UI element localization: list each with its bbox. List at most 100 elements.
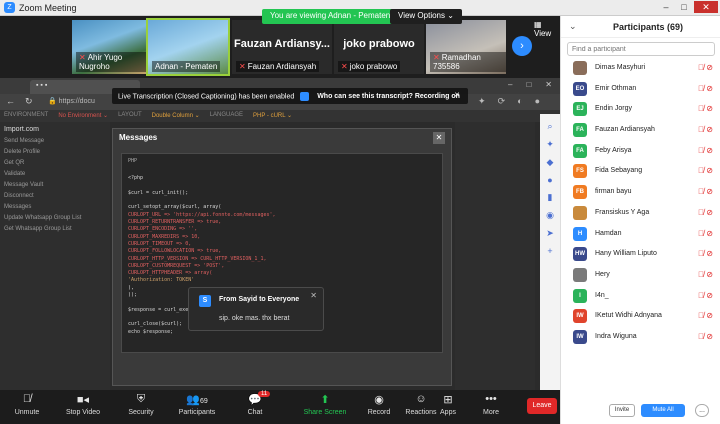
dialog-close-icon[interactable]: ✕	[433, 132, 445, 144]
mic-muted-icon: 🎙̸ ⊘	[698, 290, 713, 300]
participants-header: ⌄ Participants (69)	[561, 16, 720, 38]
chat-unread-badge: 11	[258, 391, 271, 397]
share-screen-label: Share Screen	[303, 409, 347, 416]
avatar: IW	[573, 329, 587, 344]
participant-row[interactable]: FS Fida Sebayang 🎙̸ ⊘	[561, 161, 720, 182]
participant-row[interactable]: IW Indra Wiguna 🎙̸ ⊘	[561, 327, 720, 348]
unmute-button[interactable]: 🎙̸ Unmute	[2, 390, 52, 424]
chat-sender: From Sayid to Everyone	[219, 296, 300, 303]
avatar	[573, 267, 587, 282]
reload-icon: ↻	[25, 96, 33, 106]
tile-big-name: Fauzan Ardiansy...	[234, 38, 330, 50]
code-line: 'Authorization: TOKEN'	[128, 277, 195, 284]
mic-muted-icon: 🎙̸ ⊘	[698, 207, 713, 217]
participant-row[interactable]: Hery 🎙̸ ⊘	[561, 265, 720, 286]
participant-search-input[interactable]	[567, 42, 715, 56]
participant-row[interactable]: H Hamdan 🎙̸ ⊘	[561, 224, 720, 245]
view-options-button[interactable]: View Options ⌄	[390, 9, 462, 24]
participant-name: firman bayu	[595, 188, 632, 196]
shared-screen: ▪ ▪ ▪ – □ ✕ ← ↻ 🔒 https://docu ✦ ⟳ ◐ ● ENVIRON…	[0, 78, 560, 392]
caption-link[interactable]: Who can see this transcript? Recording o…	[317, 93, 460, 100]
mic-muted-icon: 🎙̸ ⊘	[698, 228, 713, 238]
participant-name: Emir Othman	[595, 84, 637, 92]
participants-button[interactable]: 👥69 Participants	[172, 390, 222, 424]
mic-muted-icon: 🎙̸ ⊘	[698, 187, 713, 197]
participant-name: Fransiskus Y Aga	[595, 208, 650, 216]
back-icon: ←	[6, 96, 15, 106]
participant-row[interactable]: I I4n_ 🎙̸ ⊘	[561, 286, 720, 307]
live-transcription-banner: Live Transcription (Closed Captioning) h…	[112, 88, 468, 104]
code-line: CURLOPT_HTTPHEADER => array(	[128, 270, 213, 277]
code-line: curl_setopt_array($curl, array(	[128, 204, 222, 211]
chevron-down-icon[interactable]: ⌄	[569, 21, 577, 32]
zoom-logo-icon: Z	[4, 2, 15, 13]
participant-row[interactable]: Dimas Masyhuri 🎙̸ ⊘	[561, 58, 720, 79]
minimize-button[interactable]: –	[658, 1, 674, 13]
participant-row[interactable]: EO Emir Othman 🎙̸ ⊘	[561, 79, 720, 100]
maximize-button[interactable]: □	[676, 1, 692, 13]
participant-name: IKetut Widhi Adnyana	[595, 312, 662, 320]
video-tile[interactable]: Fauzan Ardiansy... ✕ Fauzan Ardiansyah	[232, 20, 332, 74]
more-button[interactable]: ••• More	[466, 390, 516, 424]
participant-row[interactable]: IW IKetut Widhi Adnyana 🎙̸ ⊘	[561, 306, 720, 327]
participant-name: Indra Wiguna	[595, 332, 637, 340]
stop-video-button[interactable]: ■◂ Stop Video	[58, 390, 108, 424]
postman-right-pane	[455, 122, 535, 392]
postman-sidebar-item: Get QR	[4, 160, 25, 166]
mic-muted-icon: 🎙̸ ⊘	[698, 145, 713, 155]
close-window-button[interactable]: ✕	[694, 1, 718, 13]
code-line: <?php	[128, 175, 144, 182]
postman-sidebar-item: Validate	[4, 171, 26, 177]
participant-name: I4n_	[595, 291, 609, 299]
chat-notification[interactable]: S From Sayid to Everyone sip. oke mas. t…	[188, 287, 324, 331]
url-text: 🔒 https://docu	[48, 98, 95, 105]
participant-name: Hamdan	[595, 229, 622, 237]
app-title: Z Zoom Meeting	[4, 2, 77, 13]
tag-icon: ◆	[546, 157, 554, 167]
share-screen-button[interactable]: ⬆ Share Screen	[300, 390, 350, 424]
invite-button[interactable]: Invite	[609, 404, 635, 417]
browser-nav: ← ↻	[6, 96, 33, 107]
postman-sidebar-item: Get Whatsapp Group List	[4, 226, 72, 232]
more-label: More	[483, 409, 499, 416]
participant-row[interactable]: FB firman bayu 🎙̸ ⊘	[561, 182, 720, 203]
participants-more-button[interactable]: ...	[695, 404, 709, 417]
mic-muted-icon: 🎙̸ ⊘	[698, 269, 713, 279]
code-line: CURLOPT_URL => 'https://api.fonnte.com/m…	[128, 211, 276, 218]
participant-row[interactable]: FA Feby Arisya 🎙̸ ⊘	[561, 141, 720, 162]
avatar: HW	[573, 247, 587, 262]
video-tile[interactable]: joko prabowo ✕ joko prabowo	[334, 20, 424, 74]
participant-name: Hery	[595, 270, 610, 278]
security-button[interactable]: ⛨ Security	[116, 390, 166, 424]
participant-row[interactable]: EJ Endin Jorgy 🎙̸ ⊘	[561, 99, 720, 120]
window-title: Zoom Meeting	[19, 2, 77, 13]
participant-row[interactable]: FA Fauzan Ardiansyah 🎙̸ ⊘	[561, 120, 720, 141]
browser-extensions: ✦ ⟳ ◐ ●	[478, 96, 540, 106]
code-language: PHP	[128, 158, 138, 164]
more-dots-icon: •••	[485, 393, 497, 405]
close-icon[interactable]: ✕	[310, 291, 317, 300]
avatar: FS	[573, 164, 587, 179]
gallery-next-icon[interactable]: ›	[512, 36, 532, 56]
star-icon: ✦	[546, 139, 554, 149]
code-line: CURLOPT_RETURNTRANSFER => true,	[128, 219, 222, 226]
sender-avatar: S	[199, 295, 211, 307]
video-tile[interactable]: ✕ Ramadhan 735586	[426, 20, 506, 74]
avatar: FA	[573, 143, 587, 158]
participants-footer: Invite Mute All ...	[561, 398, 720, 424]
participant-row[interactable]: Fransiskus Y Aga 🎙̸ ⊘	[561, 203, 720, 224]
mic-muted-icon: 🎙̸ ⊘	[698, 125, 713, 135]
chat-button[interactable]: 💬 11 Chat	[230, 390, 280, 424]
mic-muted-icon: ✕	[341, 62, 348, 71]
mic-muted-icon: 🎙̸ ⊘	[698, 249, 713, 259]
video-tile-active-speaker[interactable]: Adnan - Pematen	[146, 18, 230, 76]
video-tile[interactable]: ✕ Ahir Yugo Nugroho	[72, 20, 146, 74]
view-button[interactable]: ▦ View	[534, 20, 560, 38]
participant-row[interactable]: HW Hany William Liputo 🎙̸ ⊘	[561, 244, 720, 265]
video-camera-icon: ■◂	[76, 394, 90, 406]
mic-muted-icon: 🎙̸ ⊘	[698, 311, 713, 321]
mute-all-button[interactable]: Mute All	[641, 404, 685, 417]
close-icon[interactable]: ✕	[454, 91, 460, 99]
avatar: EO	[573, 81, 587, 96]
